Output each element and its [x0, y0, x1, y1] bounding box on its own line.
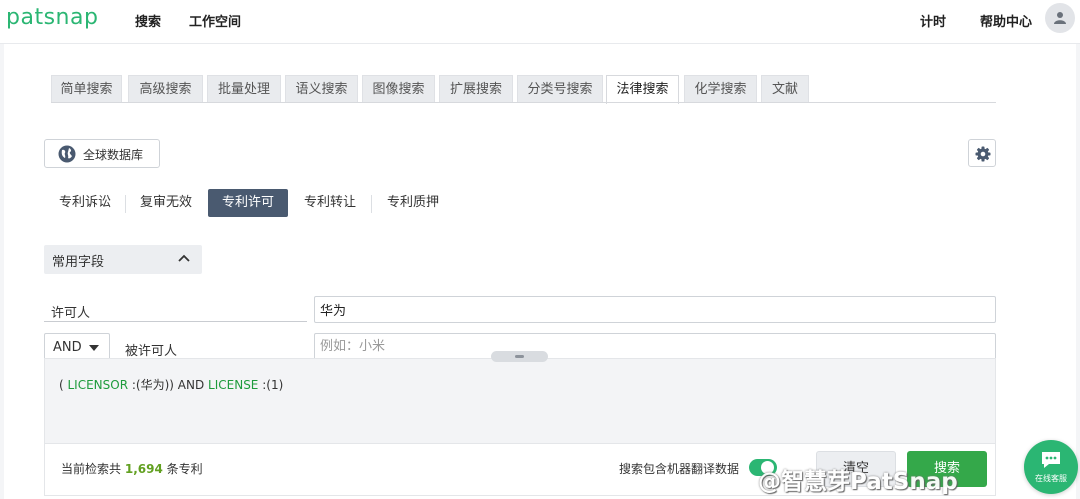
count-suffix: 条专利 [166, 462, 203, 476]
tab-extended-search[interactable]: 扩展搜索 [439, 75, 513, 103]
query-part-1: :(华为)) AND [128, 378, 209, 392]
result-count: 当前检索共 1,694 条专利 [61, 460, 203, 477]
resize-handle[interactable] [491, 351, 548, 362]
tab-divider [51, 102, 996, 103]
common-fields-label: 常用字段 [52, 255, 105, 270]
licensee-label: 被许可人 [125, 344, 178, 359]
globe-icon [58, 145, 76, 163]
query-part-2: :(1) [258, 378, 284, 392]
gear-icon [975, 146, 991, 162]
subtab-divider [125, 195, 126, 213]
operator-value: AND [53, 340, 82, 355]
user-avatar[interactable] [1045, 3, 1075, 33]
chevron-up-icon [178, 254, 190, 262]
online-support-label: 在线客服 [1035, 474, 1067, 483]
count-prefix: 当前检索共 [61, 462, 122, 476]
chat-bubble-icon [1042, 452, 1060, 468]
grip-icon [515, 355, 524, 358]
query-open: ( [59, 378, 68, 392]
count-value: 1,694 [124, 462, 163, 476]
subtab-patent-pledge[interactable]: 专利质押 [387, 189, 439, 217]
tab-classification-search[interactable]: 分类号搜索 [517, 75, 603, 103]
licensor-label: 许可人 [51, 306, 91, 321]
licensor-underline [44, 321, 307, 322]
query-expression-box[interactable] [44, 358, 996, 444]
tab-literature[interactable]: 文献 [761, 75, 809, 103]
user-icon [1054, 12, 1066, 24]
query-field-licensor: LICENSOR [67, 378, 129, 392]
machine-translation-label: 搜索包含机器翻译数据 [619, 462, 740, 476]
query-expression[interactable]: ( LICENSOR :(华为)) AND LICENSE :(1) [59, 376, 283, 393]
global-database-label: 全球数据库 [83, 148, 144, 162]
subtab-reexamination-invalidation[interactable]: 复审无效 [140, 189, 192, 217]
common-fields-toggle[interactable]: 常用字段 [44, 245, 202, 274]
tab-simple-search[interactable]: 简单搜索 [51, 75, 122, 103]
tab-advanced-search[interactable]: 高级搜索 [128, 75, 203, 103]
nav-help-center[interactable]: 帮助中心 [980, 11, 1032, 30]
tab-semantic-search[interactable]: 语义搜索 [285, 75, 358, 103]
tab-batch-processing[interactable]: 批量处理 [207, 75, 281, 103]
tab-legal-search[interactable]: 法律搜索 [606, 75, 679, 104]
caret-down-icon [89, 345, 99, 351]
settings-button[interactable] [968, 139, 996, 167]
query-field-license: LICENSE [208, 378, 259, 392]
subtab-divider [371, 195, 372, 213]
subtab-patent-litigation[interactable]: 专利诉讼 [59, 189, 111, 217]
top-navigation-bar: patsnap 搜索 工作空间 计时 帮助中心 [0, 0, 1080, 44]
operator-select[interactable]: AND [44, 333, 110, 361]
nav-workspace[interactable]: 工作空间 [189, 11, 241, 30]
online-support-button[interactable]: 在线客服 [1024, 440, 1078, 494]
licensee-input[interactable] [314, 333, 996, 360]
subtab-patent-transfer[interactable]: 专利转让 [304, 189, 356, 217]
nav-timer[interactable]: 计时 [920, 11, 946, 30]
nav-search[interactable]: 搜索 [135, 11, 161, 30]
licensor-input[interactable] [314, 296, 996, 323]
global-database-button[interactable]: 全球数据库 [44, 139, 160, 168]
tab-image-search[interactable]: 图像搜索 [362, 75, 435, 103]
watermark: @智慧芽PatSnap [758, 469, 958, 495]
patsnap-logo[interactable]: patsnap [6, 5, 98, 30]
subtab-patent-license[interactable]: 专利许可 [208, 189, 288, 217]
tab-chemical-search[interactable]: 化学搜索 [684, 75, 757, 103]
